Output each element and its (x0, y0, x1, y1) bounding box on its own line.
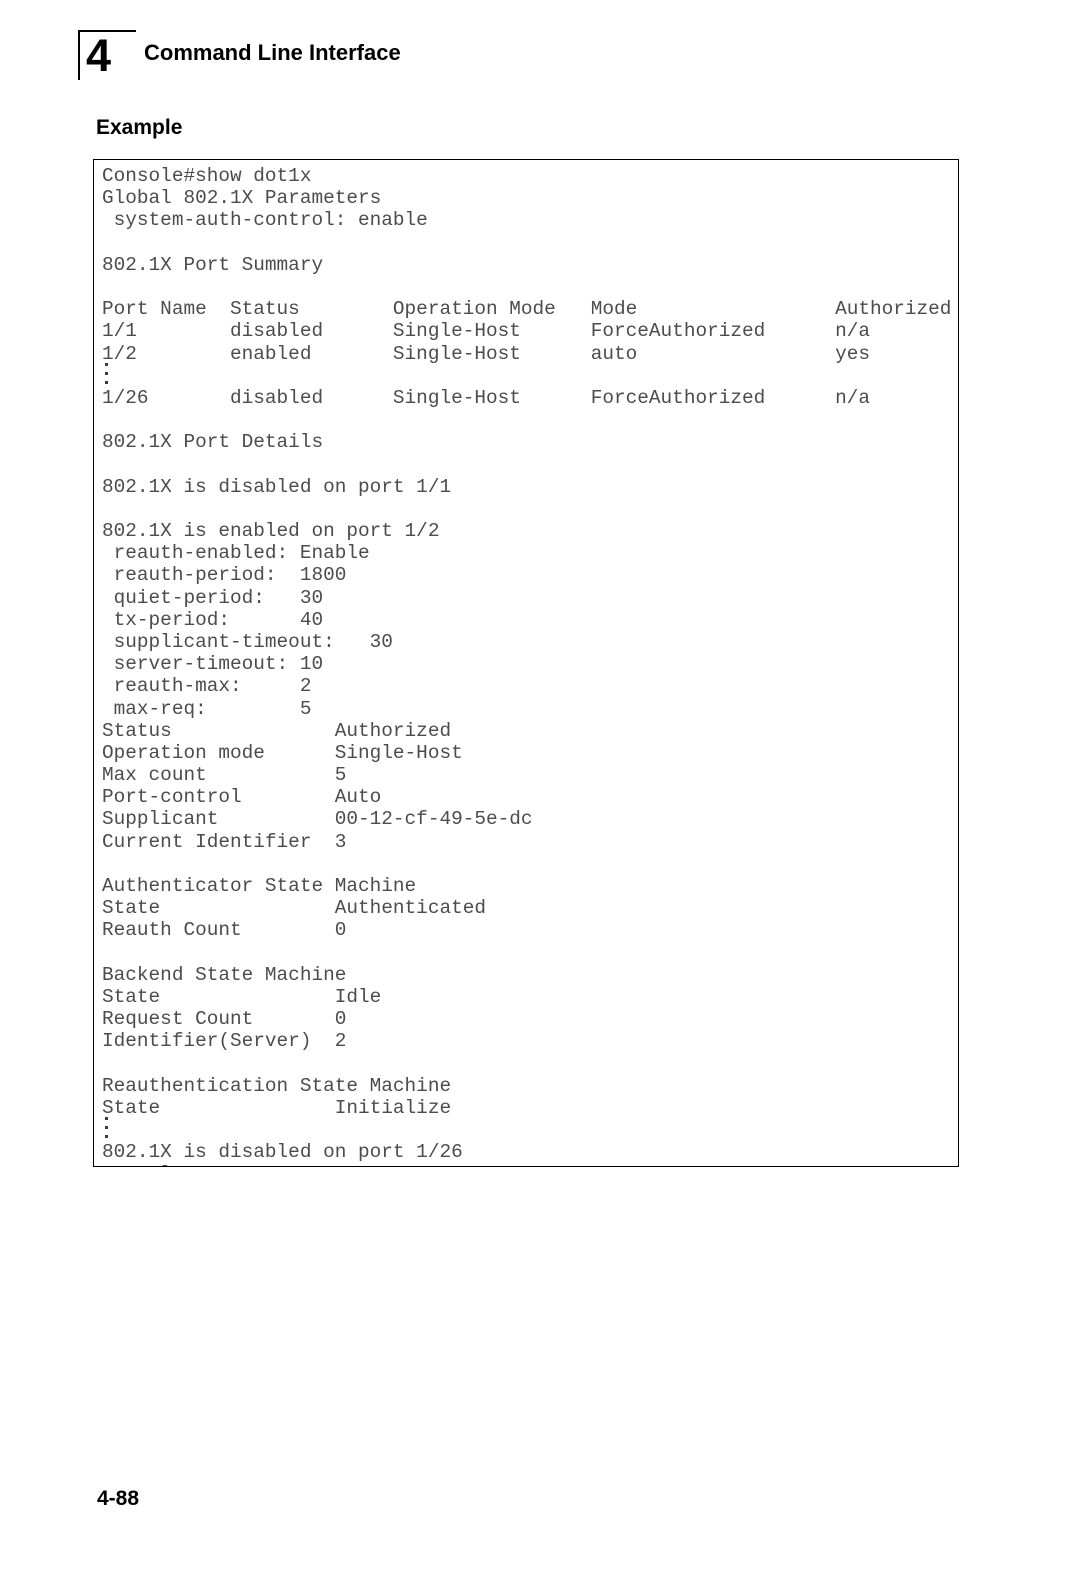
terminal-line: reauth-enabled: Enable (102, 542, 370, 565)
vertical-ellipsis (103, 362, 117, 387)
terminal-line: 802.1X is enabled on port 1/2 (102, 520, 440, 542)
page-number-footer: 4-88 (97, 1487, 140, 1510)
vertical-ellipsis (103, 1117, 117, 1141)
terminal-line: 802.1X is disabled on port 1/1 (102, 475, 452, 498)
terminal-line: State Authenticated (102, 897, 486, 920)
terminal-line: server-timeout: 10 (102, 653, 324, 676)
terminal-line: Backend State Machine (102, 963, 347, 986)
terminal-output-text: Console#show dot1x Global 802.1X Paramete… (102, 165, 952, 1166)
terminal-line: 802.1X Port Details (102, 431, 324, 454)
terminal-line: quiet-period: 30 (102, 586, 324, 609)
terminal-line: Global 802.1X Parameters (102, 187, 382, 210)
terminal-line: Max count 5 (102, 764, 347, 787)
page-title: Command Line Interface (144, 40, 401, 65)
terminal-line: 802.1X Port Summary (102, 253, 324, 276)
terminal-output-box: Console#show dot1x Global 802.1X Paramete… (93, 159, 959, 1167)
section-heading-example: Example (96, 116, 183, 139)
terminal-line: Supplicant 00-12-cf-49-5e-dc (102, 808, 533, 831)
terminal-line: Port Name Status Operation Mode Mode Aut… (102, 298, 952, 321)
terminal-line: reauth-period: 1800 (102, 564, 347, 587)
terminal-line: Operation mode Single-Host (102, 741, 463, 764)
terminal-line: 1/2 enabled Single-Host auto yes (102, 342, 870, 365)
terminal-line: Port-control Auto (102, 786, 382, 809)
terminal-line: 1/26 disabled Single-Host ForceAuthorize… (102, 386, 870, 409)
chapter-number: 4 (86, 30, 111, 81)
terminal-line: 1/1 disabled Single-Host ForceAuthorized… (102, 320, 870, 343)
terminal-line: State Idle (102, 985, 382, 1008)
terminal-line: Authenticator State Machine (102, 875, 417, 897)
terminal-line: Identifier(Server) 2 (102, 1030, 347, 1053)
terminal-line: Reauthentication State Machine (102, 1074, 452, 1097)
terminal-line: Console#show dot1x (102, 165, 312, 187)
terminal-line: supplicant-timeout: 30 (102, 630, 393, 653)
terminal-line: 802.1X is disabled on port 1/26 (102, 1141, 463, 1164)
terminal-line: system-auth-control: enable (102, 209, 428, 232)
terminal-line: Current Identifier 3 (102, 830, 347, 853)
chapter-rule-left (78, 30, 80, 80)
terminal-line: State Initialize (102, 1096, 452, 1119)
terminal-line: Request Count 0 (102, 1008, 347, 1031)
terminal-line: reauth-max: 2 (102, 675, 312, 698)
chapter-badge: 4 (78, 30, 136, 82)
terminal-line: Reauth Count 0 (102, 919, 347, 942)
terminal-line: Console# (102, 1163, 951, 1166)
terminal-line: tx-period: 40 (102, 608, 324, 631)
terminal-line: Status Authorized (102, 719, 452, 742)
page-header: 4 Command Line Interface (78, 30, 978, 86)
terminal-line: max-req: 5 (102, 697, 312, 720)
